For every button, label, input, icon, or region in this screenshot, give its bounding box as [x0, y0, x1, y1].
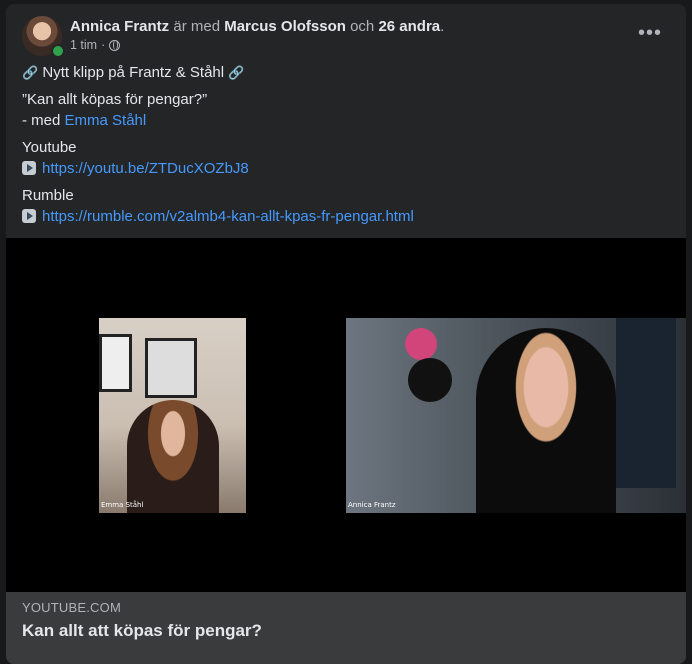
- tagged-person[interactable]: Marcus Olofsson: [224, 18, 346, 35]
- post-card: Annica Frantz är med Marcus Olofsson och…: [6, 4, 686, 664]
- preview-domain: YOUTUBE.COM: [22, 600, 121, 615]
- rumble-label: Rumble: [22, 187, 74, 204]
- chain-link-icon: 🔗: [228, 65, 245, 80]
- with-text: är med: [169, 18, 225, 35]
- person-right: [476, 328, 616, 513]
- post-meta: 1 tim ·: [70, 38, 121, 52]
- rumble-link[interactable]: https://rumble.com/v2almb4-kan-allt-kpas…: [42, 208, 414, 225]
- youtube-line: https://youtu.be/ZTDucXOZbJ8: [22, 158, 670, 179]
- window: [616, 318, 676, 488]
- video-frame-left: Emma Ståhl: [99, 318, 246, 513]
- play-icon: [22, 209, 36, 223]
- play-icon: [22, 161, 36, 175]
- preview-title[interactable]: Kan allt att köpas för pengar?: [22, 621, 262, 641]
- period: .: [440, 18, 445, 35]
- flowers: [386, 326, 456, 362]
- and-text: och: [345, 18, 379, 35]
- author-name[interactable]: Annica Frantz: [70, 18, 169, 35]
- post-author-line: Annica Frantz är med Marcus Olofsson och…: [70, 18, 444, 35]
- chain-link-icon: 🔗: [22, 65, 39, 80]
- right-name-tag: Annica Frantz: [348, 501, 396, 509]
- emma-stahl-link[interactable]: Emma Ståhl: [65, 112, 147, 129]
- person-left: [127, 400, 219, 513]
- headline-text: Nytt klipp på Frantz & Ståhl: [42, 64, 225, 81]
- video-thumbnail[interactable]: Emma Ståhl Annica Frantz: [6, 238, 686, 592]
- post-text: 🔗 Nytt klipp på Frantz & Ståhl 🔗 ”Kan al…: [22, 62, 670, 227]
- quote-line: ”Kan allt köpas för pengar?”: [22, 91, 208, 108]
- online-status-dot: [51, 44, 65, 58]
- rumble-line: https://rumble.com/v2almb4-kan-allt-kpas…: [22, 206, 670, 227]
- others-count[interactable]: 26 andra: [378, 18, 440, 35]
- with-line: - med Emma Ståhl: [22, 110, 670, 131]
- youtube-link[interactable]: https://youtu.be/ZTDucXOZbJ8: [42, 160, 249, 177]
- meta-separator: ·: [101, 38, 106, 52]
- link-preview[interactable]: YOUTUBE.COM Kan allt att köpas för penga…: [6, 592, 686, 664]
- youtube-label: Youtube: [22, 139, 77, 156]
- wall-picture: [145, 338, 197, 398]
- left-name-tag: Emma Ståhl: [101, 501, 144, 509]
- more-options-icon[interactable]: •••: [636, 23, 664, 44]
- with-prefix: - med: [22, 112, 65, 129]
- post-time[interactable]: 1 tim: [70, 38, 97, 52]
- video-frame-right: Annica Frantz: [346, 318, 686, 513]
- post-header: Annica Frantz är med Marcus Olofsson och…: [22, 16, 670, 58]
- vase: [408, 358, 452, 402]
- globe-icon: [109, 39, 121, 51]
- wall-picture: [99, 334, 132, 392]
- text-line-1: 🔗 Nytt klipp på Frantz & Ståhl 🔗: [22, 62, 670, 83]
